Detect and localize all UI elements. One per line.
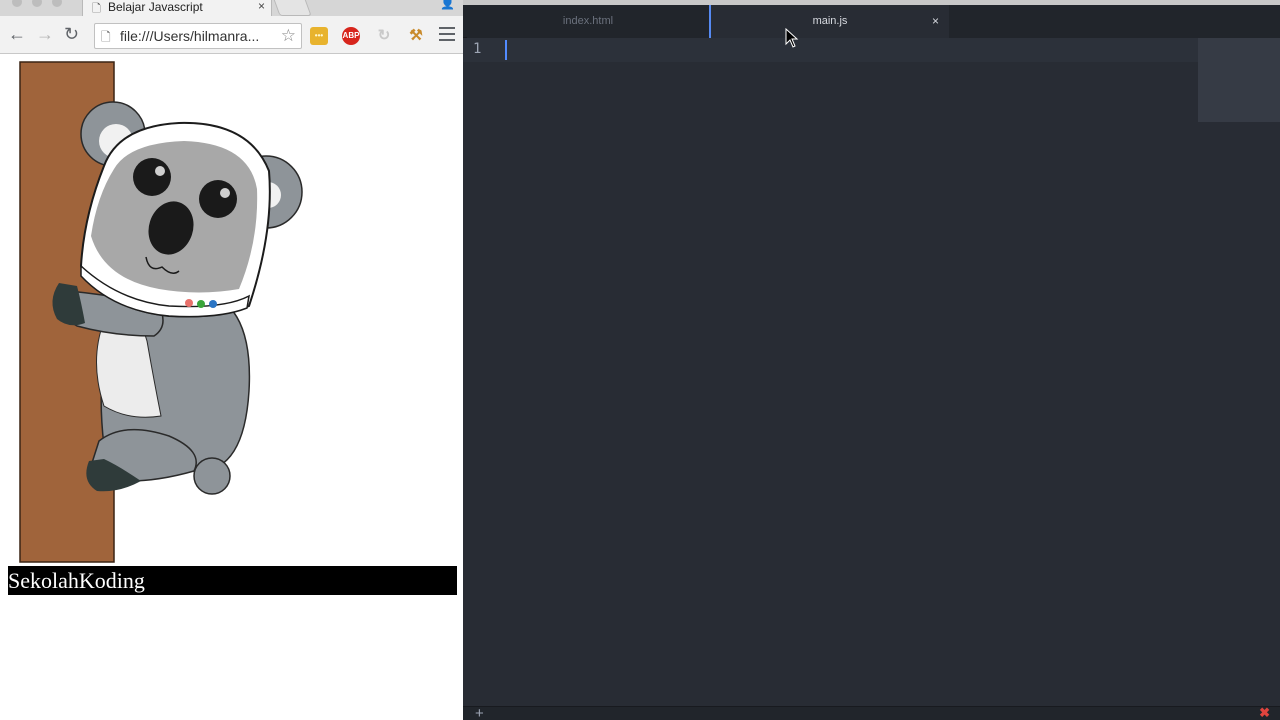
code-editor-window: index.html main.js × 1 + ✖ (463, 0, 1280, 720)
brand-text-bar: SekolahKoding (8, 566, 457, 595)
forward-arrow-icon[interactable]: → (36, 24, 54, 44)
koala-tail-paw (193, 457, 231, 495)
address-bar[interactable]: 🗋 ☆ (94, 23, 302, 49)
extension-hammer-icon[interactable]: ⚒ (407, 27, 425, 45)
new-tab-button[interactable] (272, 0, 312, 16)
editor-status-bar: + ✖ (463, 705, 1280, 720)
bookmark-star-icon[interactable]: ☆ (281, 26, 296, 46)
editor-tab-bar: index.html main.js × (463, 5, 1280, 38)
adblock-plus-icon[interactable]: ABP (342, 27, 360, 45)
page-icon: 🗋 (101, 30, 111, 44)
mouse-cursor-icon (785, 28, 799, 48)
extension-note-icon[interactable]: ••• (310, 27, 328, 45)
text-cursor (505, 40, 507, 60)
active-line-highlight (463, 38, 1198, 62)
add-panel-icon[interactable]: + (475, 705, 484, 720)
zoom-window-dot[interactable] (52, 0, 62, 7)
editor-tab-label: index.html (562, 15, 614, 27)
minimize-window-dot[interactable] (32, 0, 42, 7)
extension-refresh-icon[interactable]: ↻ (375, 27, 393, 45)
profile-icon[interactable]: 👤 (440, 0, 455, 10)
minimap[interactable] (1198, 38, 1280, 122)
koala-eye-right (199, 180, 237, 218)
browser-tab-title: Belajar Javascript (108, 0, 203, 14)
close-tab-icon[interactable]: × (932, 5, 939, 38)
browser-window: 🗋 Belajar Javascript × 👤 ← → ↻ 🗋 ☆ ••• A… (0, 0, 463, 720)
browser-tab[interactable]: 🗋 Belajar Javascript × (82, 0, 272, 16)
browser-menu-icon[interactable] (439, 27, 455, 45)
eye-highlight-right (220, 188, 230, 198)
helmet-light-blue (209, 300, 217, 308)
close-tab-button[interactable]: × (258, 0, 265, 13)
url-input[interactable] (120, 28, 275, 44)
helmet-light-red (185, 299, 193, 307)
helmet-light-green (197, 300, 205, 308)
editor-tab-main-js[interactable]: main.js × (709, 5, 949, 38)
editor-tab-bar-empty (949, 5, 1280, 38)
close-window-dot[interactable] (12, 0, 22, 7)
reload-icon[interactable]: ↻ (64, 24, 79, 44)
editor-tab-label: main.js (812, 15, 848, 27)
line-number: 1 (473, 41, 482, 57)
back-arrow-icon[interactable]: ← (8, 24, 26, 44)
editor-tab-index-html[interactable]: index.html (467, 5, 709, 38)
error-status-icon[interactable]: ✖ (1259, 705, 1270, 720)
eye-highlight-left (155, 166, 165, 176)
browser-toolbar: ← → ↻ 🗋 ☆ ••• ABP ↻ ⚒ (0, 16, 463, 54)
koala-astronaut-image (19, 61, 303, 563)
page-content: SekolahKoding (0, 54, 463, 720)
browser-tab-strip: 🗋 Belajar Javascript × 👤 (0, 0, 463, 16)
koala-eye-left (133, 158, 171, 196)
